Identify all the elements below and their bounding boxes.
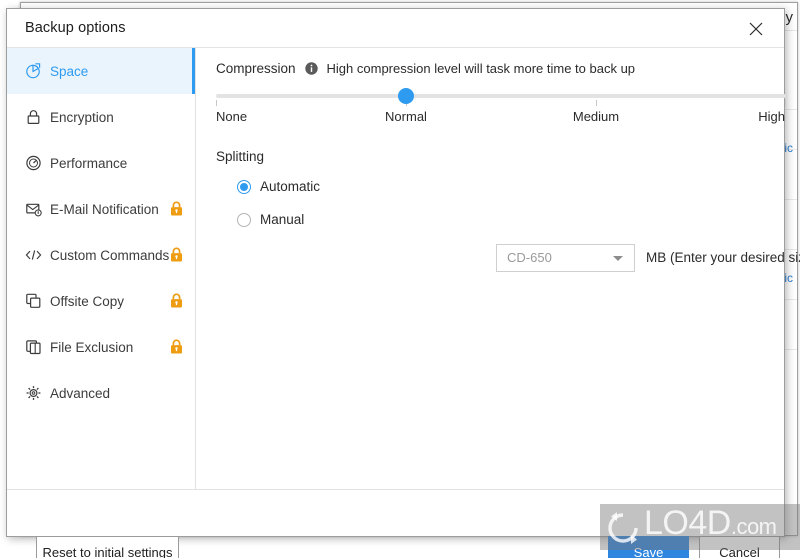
- slider-tick: [785, 100, 786, 106]
- splitting-label: Splitting: [216, 149, 265, 164]
- sidebar-item-label: Advanced: [50, 385, 111, 401]
- sidebar-item-label: Custom Commands: [50, 247, 170, 263]
- radio-manual[interactable]: [237, 212, 251, 227]
- footer-divider: [7, 489, 784, 490]
- code-brackets-icon: [25, 247, 42, 264]
- copy-icon: [25, 293, 42, 310]
- cancel-button[interactable]: Cancel: [699, 536, 780, 558]
- radio-automatic-label: Automatic: [260, 179, 321, 194]
- sidebar-item-file-exclusion[interactable]: File Exclusion: [7, 324, 195, 370]
- compression-slider[interactable]: None Normal Medium High: [216, 86, 786, 130]
- sidebar-item-label: Performance: [50, 155, 128, 171]
- dialog-close-button[interactable]: [734, 14, 778, 44]
- compression-header-row: Compression High compression level will …: [216, 61, 635, 76]
- backup-options-dialog: Backup options Space Encryption Performa…: [6, 8, 800, 558]
- slider-track[interactable]: [216, 94, 786, 98]
- mail-alert-icon: [25, 201, 42, 218]
- compression-label: Compression: [216, 61, 296, 76]
- lock-icon: [170, 293, 183, 309]
- slider-tick: [216, 100, 217, 106]
- splitting-automatic-row[interactable]: Automatic: [237, 179, 320, 194]
- gauge-icon: [25, 155, 42, 172]
- chevron-down-icon: [613, 256, 623, 261]
- sidebar-item-label: Space: [50, 63, 89, 79]
- sidebar-item-label: Offsite Copy: [50, 293, 125, 309]
- radio-manual-label: Manual: [260, 212, 305, 227]
- slider-label-medium: Medium: [572, 109, 620, 124]
- close-icon: [749, 22, 763, 36]
- background-text-fragment: ic: [784, 271, 793, 285]
- split-size-value: CD-650: [507, 250, 552, 265]
- slider-label-none: None: [216, 109, 248, 124]
- radio-automatic[interactable]: [237, 179, 251, 194]
- lock-icon: [170, 201, 183, 217]
- background-text-fragment: y: [785, 9, 794, 26]
- sidebar-item-custom-commands[interactable]: Custom Commands: [7, 232, 195, 278]
- slider-thumb[interactable]: [398, 88, 414, 104]
- slider-tick: [596, 100, 597, 106]
- sidebar-item-label: E-Mail Notification: [50, 201, 159, 217]
- lock-icon: [170, 247, 183, 263]
- compression-hint: High compression level will task more ti…: [326, 61, 636, 76]
- slider-label-high: High: [758, 109, 785, 124]
- sidebar-item-encryption[interactable]: Encryption: [7, 94, 195, 140]
- slider-label-normal: Normal: [385, 109, 427, 124]
- settings-sidebar: Space Encryption Performance E-Mail Noti…: [7, 48, 195, 536]
- dialog-title: Backup options: [25, 20, 126, 36]
- settings-panel: Compression High compression level will …: [196, 48, 800, 536]
- gear-icon: [25, 385, 42, 402]
- info-icon[interactable]: [304, 62, 318, 75]
- lock-icon: [170, 339, 183, 355]
- save-button[interactable]: Save: [608, 536, 689, 558]
- sidebar-item-label: File Exclusion: [50, 339, 134, 355]
- sidebar-item-offsite-copy[interactable]: Offsite Copy: [7, 278, 195, 324]
- dialog-titlebar: Backup options: [7, 9, 784, 48]
- sidebar-item-email-notification[interactable]: E-Mail Notification: [7, 186, 195, 232]
- sidebar-item-label: Encryption: [50, 109, 114, 125]
- background-text-fragment: ic: [784, 141, 793, 155]
- sidebar-item-space[interactable]: Space: [7, 48, 195, 94]
- split-size-hint: MB (Enter your desired size, at least 50…: [646, 250, 800, 265]
- dialog-body: Space Encryption Performance E-Mail Noti…: [7, 48, 800, 558]
- sidebar-item-performance[interactable]: Performance: [7, 140, 195, 186]
- screenshot-root: File Backup ✕ ic ic y Up Back: [0, 0, 800, 558]
- sidebar-item-advanced[interactable]: Advanced: [7, 370, 195, 416]
- split-size-select[interactable]: CD-650: [496, 244, 635, 272]
- splitting-manual-row[interactable]: Manual: [237, 212, 304, 227]
- pie-chart-icon: [25, 63, 42, 80]
- padlock-icon: [25, 109, 42, 126]
- file-exclusion-icon: [25, 339, 42, 356]
- reset-to-initial-settings-button[interactable]: Reset to initial settings: [36, 536, 179, 558]
